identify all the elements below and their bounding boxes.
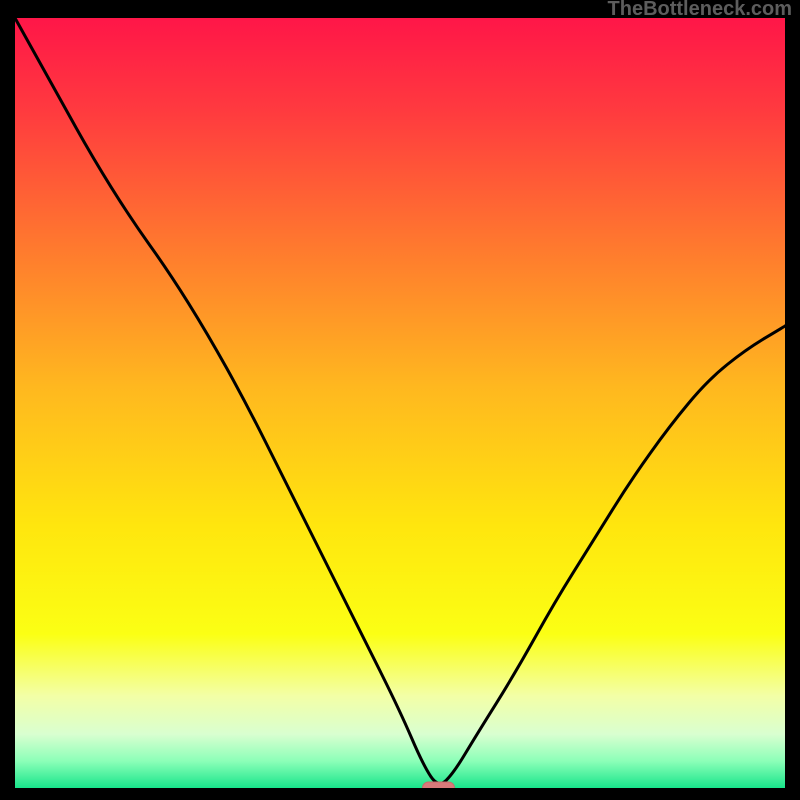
bottleneck-chart <box>15 18 785 788</box>
optimal-marker <box>423 782 455 788</box>
gradient-background <box>15 18 785 788</box>
watermark-text: TheBottleneck.com <box>608 0 792 21</box>
chart-frame <box>15 18 785 788</box>
